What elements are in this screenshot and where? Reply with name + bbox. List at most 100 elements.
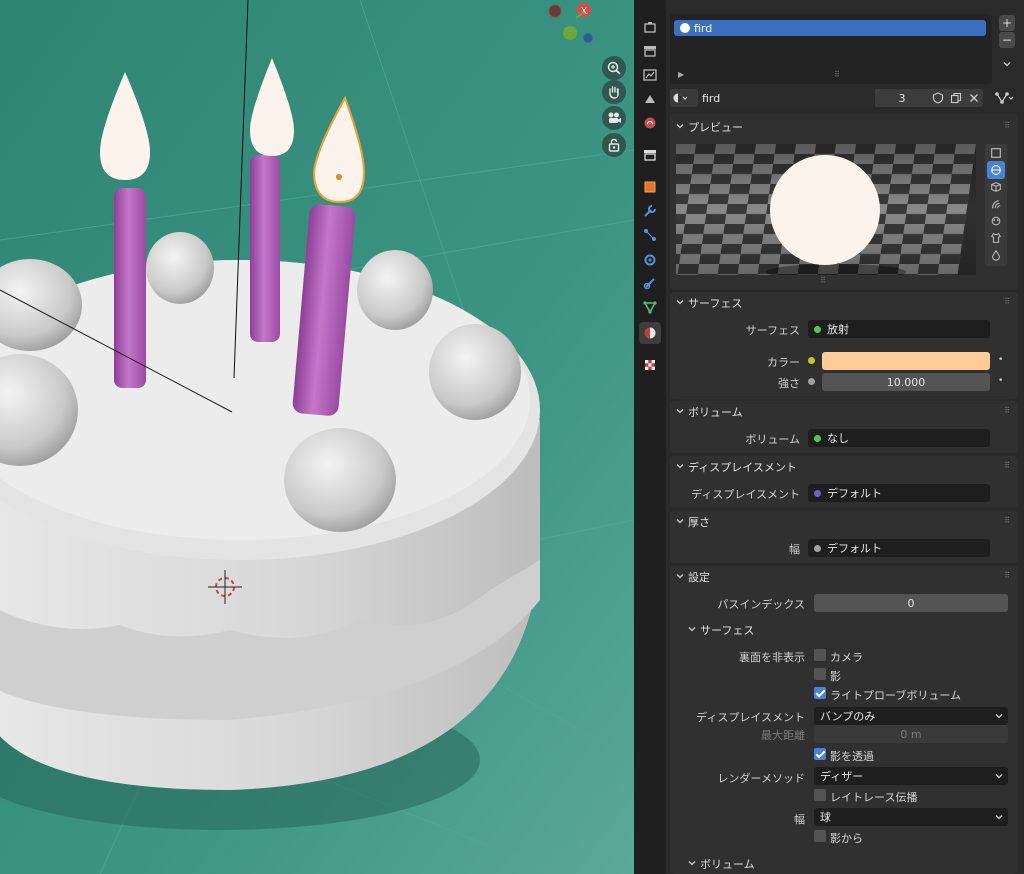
cake-scene [0,0,634,874]
tab-physics[interactable] [639,248,661,270]
strength-input[interactable]: 10.000 [822,373,990,391]
tab-constraints[interactable] [639,272,661,294]
duplicate-icon[interactable] [950,92,962,104]
preview-panel-title: プレビュー [688,121,743,134]
drag-handle-icon[interactable]: ⠿ [1004,121,1010,130]
tab-object[interactable] [639,176,661,198]
raytrace-transmission-checkbox[interactable] [814,789,826,801]
node-link-button[interactable] [989,89,1019,107]
3d-viewport[interactable]: X [0,0,634,874]
surface-shader-label: サーフェス [745,324,800,337]
transparent-shadow-checkbox[interactable] [814,748,826,760]
thickness-field[interactable]: デフォルト [808,539,990,557]
light-probe-volume-checkbox[interactable] [814,687,826,699]
tab-material[interactable] [639,322,661,344]
drag-handle-icon[interactable]: ⠿ [1004,461,1010,470]
tab-tool[interactable] [639,16,661,38]
chevron-down-icon [688,627,696,632]
surface-shader-field[interactable]: 放射 [808,320,990,338]
settings-panel-title: 設定 [688,571,710,584]
material-name-field[interactable]: fird [698,89,874,107]
camera-backface-checkbox[interactable] [814,649,826,661]
thickness-mode-value: 球 [820,811,831,824]
tab-render[interactable] [639,40,661,62]
emission-color-swatch[interactable] [822,352,990,370]
tab-texture[interactable] [639,354,661,376]
tab-scene[interactable] [639,112,661,134]
volume-field[interactable]: なし [808,429,990,447]
object-icon [644,181,656,193]
material-slot-label: fird [694,21,713,35]
preview-sphere-icon[interactable] [987,161,1005,179]
displacement-method-dropdown[interactable]: バンプのみ [814,707,1008,725]
displacement-field[interactable]: デフォルト [808,484,990,502]
drag-handle-icon[interactable]: ⠿ [1004,571,1010,580]
render-icon [644,46,656,57]
displacement-panel-header[interactable]: ディスプレイスメント ⠿ [670,456,1018,478]
drag-handle-icon[interactable]: ⠿ [1004,297,1010,306]
material-users-count[interactable]: 3 [875,89,929,107]
surface-panel-header[interactable]: サーフェス ⠿ [670,292,1018,314]
thickness-mode-dropdown[interactable]: 球 [814,808,1008,826]
preview-cube-icon[interactable] [987,178,1005,196]
color-socket-icon [808,357,815,364]
zoom-icon[interactable] [602,56,626,80]
preview-hair-icon[interactable] [987,195,1005,213]
tab-particles[interactable] [639,224,661,246]
drag-handle-icon[interactable]: ⠿ [1004,406,1010,415]
material-browse-icon [673,93,688,103]
render-method-value: ディザー [820,770,864,783]
settings-displacement-label: ディスプレイスメント [696,711,805,724]
preview-monkey-icon[interactable] [987,212,1005,230]
thickness-panel-header[interactable]: 厚さ ⠿ [670,511,1018,533]
preview-flat-icon[interactable] [987,144,1005,162]
remove-slot-button[interactable]: − [999,32,1015,48]
volume-panel-header[interactable]: ボリューム ⠿ [670,401,1018,423]
shadow-backface-checkbox[interactable] [814,668,826,680]
add-slot-button[interactable]: + [999,15,1015,31]
volume-label: ボリューム [745,433,800,446]
from-shadow-checkbox[interactable] [814,830,826,842]
pass-index-label: パスインデックス [717,598,805,611]
max-distance-input[interactable]: 0 m [814,725,1008,743]
vector-socket-icon [814,489,821,497]
drag-handle-icon[interactable]: ⠿ [1004,516,1010,525]
keyframe-dot-icon[interactable]: • [998,376,1003,386]
chevron-down-icon [688,861,696,866]
tab-modifiers[interactable] [639,200,661,222]
fake-user-shield-icon[interactable] [932,92,944,104]
resize-grip-icon[interactable]: ⠿ [834,70,840,79]
settings-volume-subheader[interactable]: ボリューム [682,853,1012,874]
material-slot-item[interactable]: fird [674,20,986,36]
chevron-down-icon [676,519,684,524]
chevron-down-icon [1003,62,1011,67]
camera-view-icon[interactable] [602,106,626,130]
navigation-gizmo[interactable]: X [542,0,622,50]
unlink-close-icon[interactable] [968,92,980,104]
max-distance-label: 最大距離 [761,729,805,742]
tab-view-layer[interactable] [639,88,661,110]
hand-pan-icon[interactable] [602,80,626,104]
surface-panel-title: サーフェス [688,297,743,310]
preview-resize-grip-icon[interactable]: ⠿ [820,276,826,285]
view-layer-icon [645,95,655,103]
lock-camera-icon[interactable] [602,133,626,157]
tab-data[interactable] [639,296,661,318]
material-slot-list[interactable]: fird ▶ ⠿ [670,14,992,84]
tab-collection[interactable] [639,144,661,166]
render-method-dropdown[interactable]: ディザー [814,767,1008,785]
preview-panel-header[interactable]: プレビュー ⠿ [670,116,1018,138]
slot-specials-button[interactable] [999,56,1015,72]
settings-panel-header[interactable]: 設定 ⠿ [670,566,1018,588]
settings-surface-subheader[interactable]: サーフェス [682,619,1012,641]
from-shadow-label: 影から [830,832,863,845]
volume-panel-title: ボリューム [688,406,743,419]
preview-fluid-icon[interactable] [987,246,1005,264]
pass-index-value: 0 [907,596,915,610]
preview-cloth-icon[interactable] [987,229,1005,247]
pass-index-input[interactable]: 0 [814,594,1008,612]
keyframe-dot-icon[interactable]: • [998,355,1003,365]
material-browse-button[interactable] [670,89,698,107]
expand-icon[interactable]: ▶ [678,70,684,79]
tab-output[interactable] [639,64,661,86]
